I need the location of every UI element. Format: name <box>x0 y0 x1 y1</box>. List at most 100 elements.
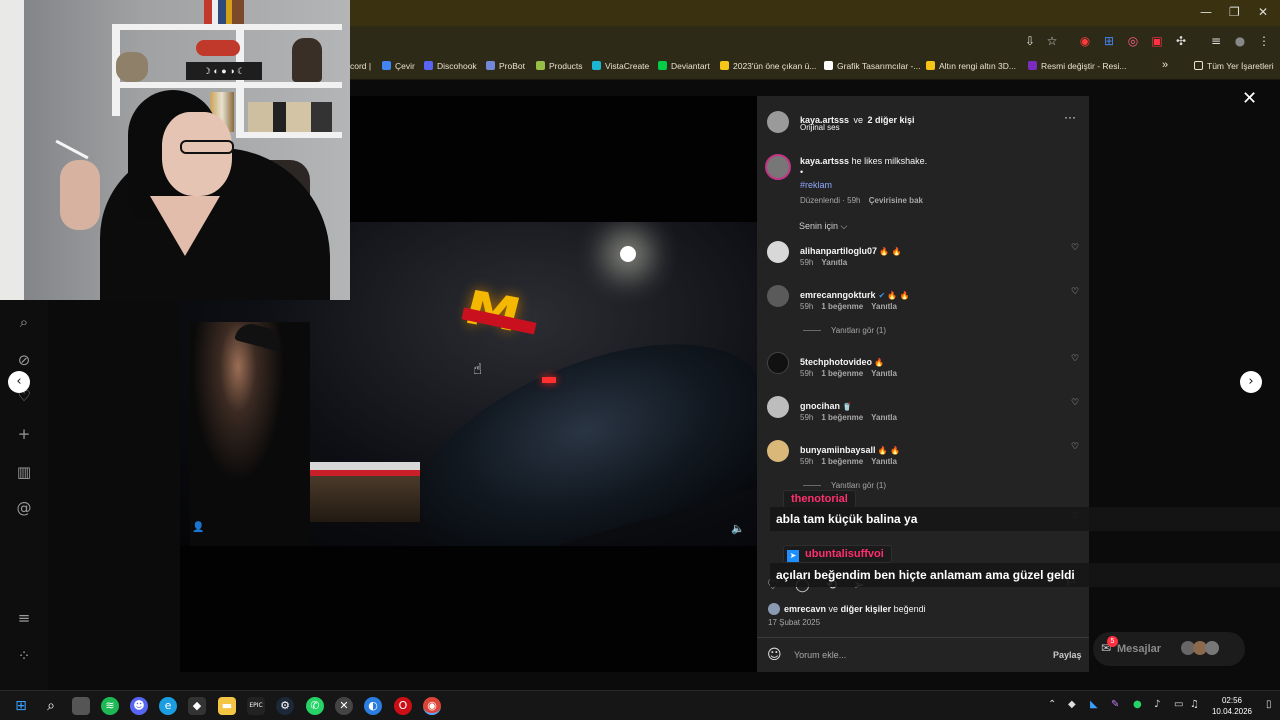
bookmark-item[interactable]: Products <box>536 61 583 71</box>
header-collaborators[interactable]: 2 diğer kişi <box>867 115 914 125</box>
commenter-username[interactable]: gnocihan <box>800 401 840 411</box>
game-launcher-icon[interactable]: ◆ <box>188 697 206 715</box>
commenter-avatar[interactable] <box>767 241 789 263</box>
like-comment-icon[interactable]: ♡ <box>1071 354 1079 364</box>
share-comment-button[interactable]: Paylaş <box>1053 650 1082 660</box>
tray-app-icon[interactable]: ◆ <box>1068 699 1076 710</box>
extension-translate-icon[interactable]: ⊞ <box>1101 33 1117 49</box>
comment-like-count[interactable]: 1 beğenme <box>821 302 863 311</box>
bookmark-item[interactable]: VistaCreate <box>592 61 649 71</box>
install-app-icon[interactable]: ⇩ <box>1022 33 1038 49</box>
like-comment-icon[interactable]: ♡ <box>1071 398 1079 408</box>
insights-icon[interactable]: ▥ <box>14 462 34 482</box>
reply-button[interactable]: Yanıtla <box>871 457 897 466</box>
caption-username[interactable]: kaya.artsss <box>800 156 849 166</box>
bookmark-item[interactable]: cord | <box>350 61 371 71</box>
copilot-icon[interactable]: ◐ <box>364 697 382 715</box>
bookmark-item[interactable]: Resmi değiştir - Resi... <box>1028 61 1127 71</box>
opera-icon[interactable]: O <box>394 697 412 715</box>
commenter-username[interactable]: emrecanngokturk <box>800 290 876 300</box>
hashtag-link[interactable]: #reklam <box>800 180 832 190</box>
messages-widget[interactable]: ✉ 5 Mesajlar <box>1093 632 1245 666</box>
comment-like-count[interactable]: 1 beğenme <box>821 457 863 466</box>
audio-label[interactable]: Orijinal ses <box>800 123 840 132</box>
extension-red-icon[interactable]: ▣ <box>1149 33 1165 49</box>
file-explorer-icon[interactable]: ▬ <box>218 697 236 715</box>
chrome-icon[interactable]: ◉ <box>423 697 441 715</box>
maximize-icon[interactable]: ❐ <box>1229 5 1240 19</box>
liker-avatar[interactable] <box>768 603 780 615</box>
reply-button[interactable]: Yanıtla <box>871 413 897 422</box>
next-post-button[interactable]: › <box>1240 371 1262 393</box>
more-menu-icon[interactable]: ≡ <box>14 608 34 628</box>
epic-games-icon[interactable]: EPIC <box>247 697 265 715</box>
task-view-icon[interactable] <box>72 697 90 715</box>
tray-app-icon[interactable]: ✎ <box>1111 699 1119 710</box>
bookmark-item[interactable]: Deviantart <box>658 61 710 71</box>
browser-menu-icon[interactable]: ⋮ <box>1256 33 1272 49</box>
tray-app-icon[interactable]: ◣ <box>1090 699 1098 710</box>
tagged-user-icon[interactable]: 👤 <box>192 522 204 533</box>
commenter-username[interactable]: alihanpartiloglu07 <box>800 246 877 256</box>
extension-record-icon[interactable]: ◉ <box>1077 33 1093 49</box>
author-avatar[interactable] <box>767 111 789 133</box>
extension-target-icon[interactable]: ◎ <box>1125 33 1141 49</box>
bookmark-item[interactable]: Discohook <box>424 61 477 71</box>
system-clock[interactable]: 02:56 10.04.2026 <box>1206 695 1258 717</box>
reading-list-icon[interactable]: ≡ <box>1208 33 1224 49</box>
view-replies-button[interactable]: Yanıtları gör (1) <box>803 326 886 335</box>
reply-button[interactable]: Yanıtla <box>871 302 897 311</box>
likes-username[interactable]: emrecavn <box>784 604 826 614</box>
close-window-icon[interactable]: ✕ <box>1258 5 1268 19</box>
microphone-icon[interactable]: ♪ <box>1154 699 1160 710</box>
create-plus-icon[interactable]: + <box>14 424 34 444</box>
whatsapp-icon[interactable]: ✆ <box>306 697 324 715</box>
like-comment-icon[interactable]: ♡ <box>1071 243 1079 253</box>
commenter-username[interactable]: 5techphotovideo <box>800 357 872 367</box>
translate-link[interactable]: Çevirisine bak <box>869 196 923 205</box>
comment-like-count[interactable]: 1 beğenme <box>821 413 863 422</box>
commenter-avatar[interactable] <box>767 285 789 307</box>
bookmark-star-icon[interactable]: ☆ <box>1044 33 1060 49</box>
search-icon[interactable]: ⌕ <box>42 697 60 715</box>
bookmark-item[interactable]: 2023'ün öne çıkan ü... <box>720 61 816 71</box>
emoji-picker-icon[interactable]: ☺ <box>767 647 782 663</box>
explore-icon[interactable]: ⊘ <box>14 350 34 370</box>
tray-overflow-icon[interactable]: ⌃ <box>1048 699 1056 710</box>
close-post-icon[interactable]: ✕ <box>1242 88 1257 109</box>
spotify-icon[interactable]: ≋ <box>101 697 119 715</box>
commenter-avatar[interactable] <box>767 440 789 462</box>
view-replies-button[interactable]: Yanıtları gör (1) <box>803 481 886 490</box>
volume-icon[interactable]: 🔈 <box>731 522 745 535</box>
likes-summary[interactable]: emrecavn ve diğer kişiler beğendi <box>784 604 926 614</box>
tray-app-icon[interactable]: ● <box>1133 699 1142 710</box>
network-icon[interactable]: ▭ <box>1174 699 1183 710</box>
commenter-username[interactable]: bunyamiinbaysall <box>800 445 876 455</box>
xbox-icon[interactable]: ✕ <box>335 697 353 715</box>
all-bookmarks-button[interactable]: Tüm Yer İşaretleri <box>1194 61 1274 71</box>
bookmark-item[interactable]: Çevir <box>382 61 415 71</box>
also-from-meta-icon[interactable]: ⁘ <box>14 646 34 666</box>
bookmark-item[interactable]: Altın rengi altın 3D... <box>926 61 1016 71</box>
commenter-avatar[interactable] <box>767 396 789 418</box>
profile-avatar-icon[interactable]: ● <box>1232 33 1248 49</box>
commenter-avatar[interactable] <box>767 352 789 374</box>
steam-icon[interactable]: ⚙ <box>276 697 294 715</box>
reply-button[interactable]: Yanıtla <box>871 369 897 378</box>
like-comment-icon[interactable]: ♡ <box>1071 287 1079 297</box>
notification-icon[interactable]: ▯ <box>1266 699 1272 710</box>
threads-icon[interactable]: @ <box>14 498 34 518</box>
minimize-icon[interactable]: — <box>1200 5 1212 19</box>
like-comment-icon[interactable]: ♡ <box>1071 442 1079 452</box>
bookmark-item[interactable]: Grafik Tasarımcılar -... <box>824 61 920 71</box>
more-bookmarks-button[interactable]: » <box>1162 59 1168 71</box>
previous-post-button[interactable]: ‹ <box>8 371 30 393</box>
edge-icon[interactable]: e <box>159 697 177 715</box>
comment-input[interactable]: Yorum ekle... <box>794 650 846 660</box>
more-options-icon[interactable]: ··· <box>1064 110 1076 124</box>
likes-others[interactable]: diğer kişiler <box>841 604 892 614</box>
caption-author-avatar[interactable] <box>765 154 791 180</box>
bookmark-item[interactable]: ProBot <box>486 61 525 71</box>
comment-sort-dropdown[interactable]: Senin için ⌵ <box>799 221 847 232</box>
comment-like-count[interactable]: 1 beğenme <box>821 369 863 378</box>
